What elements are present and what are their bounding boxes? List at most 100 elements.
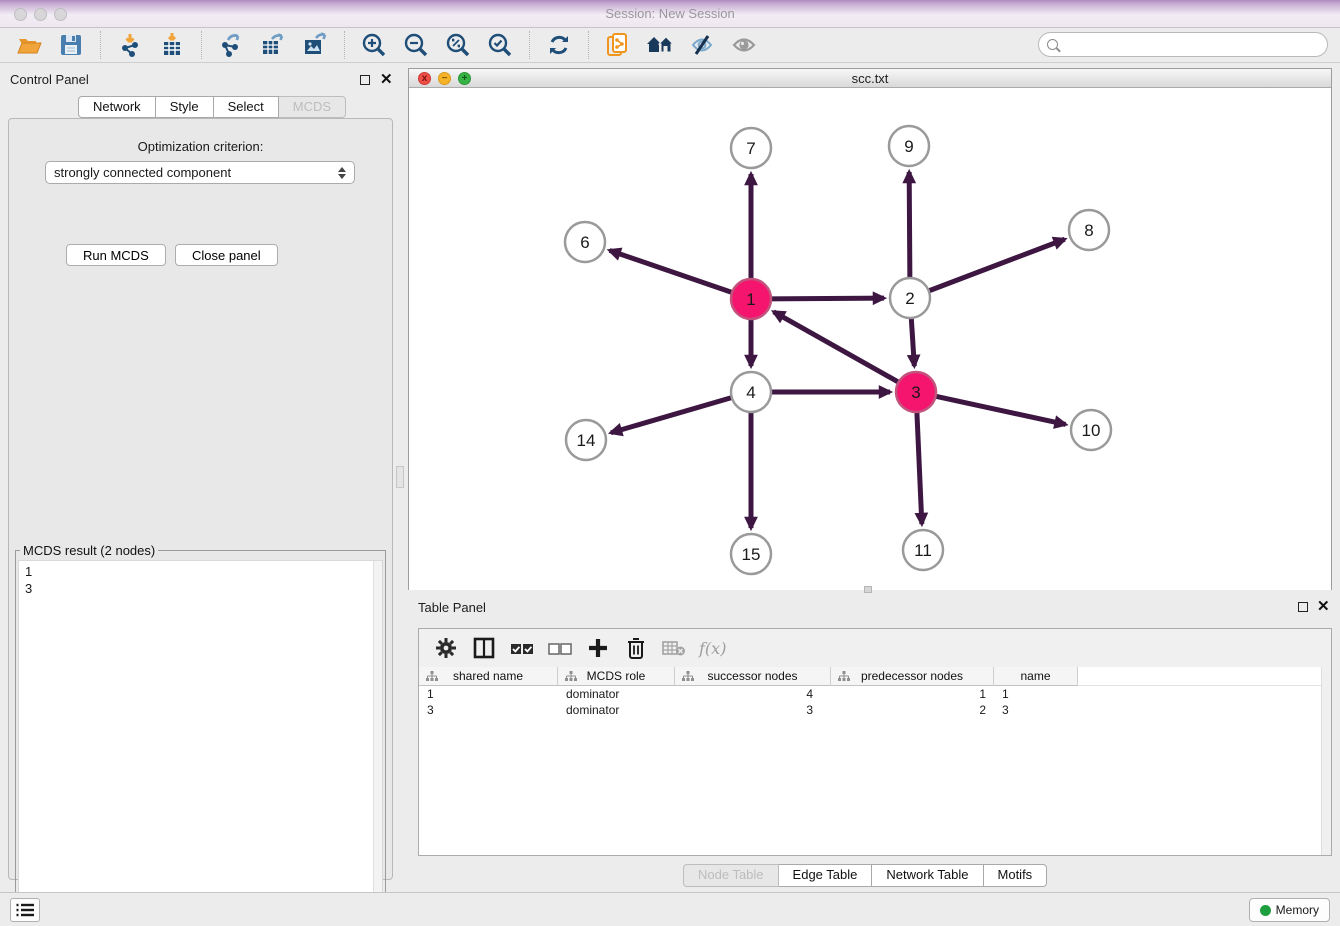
graph-edge-1-2[interactable] [769, 298, 884, 299]
tab-edge-table[interactable]: Edge Table [779, 864, 873, 887]
search-icon [1047, 39, 1058, 50]
function-builder-icon: f(x) [699, 639, 726, 658]
svg-text:3: 3 [911, 383, 920, 402]
table-panel-title: Table Panel [418, 600, 486, 615]
table-settings-gear-icon[interactable] [432, 634, 460, 662]
run-mcds-button[interactable]: Run MCDS [66, 244, 166, 266]
svg-text:15: 15 [742, 545, 761, 564]
graph-node-6[interactable]: 6 [565, 222, 605, 262]
column-header-shared-name[interactable]: shared name [419, 667, 558, 686]
svg-text:2: 2 [905, 289, 914, 308]
mcds-result-legend: MCDS result (2 nodes) [20, 543, 158, 558]
clone-network-icon[interactable] [603, 30, 633, 60]
zoom-out-icon[interactable] [401, 30, 431, 60]
network-canvas[interactable]: 1 2 3 4 6 7 8 9 10 11 14 15 [409, 89, 1331, 590]
graph-node-1[interactable]: 1 [731, 279, 771, 319]
graph-edge-3-11[interactable] [917, 410, 922, 524]
select-all-icon[interactable] [508, 634, 536, 662]
tab-network-table[interactable]: Network Table [872, 864, 983, 887]
tab-mcds[interactable]: MCDS [279, 96, 346, 118]
column-header-name[interactable]: name [994, 667, 1078, 686]
delete-table-icon [660, 634, 688, 662]
network-window-titlebar[interactable]: x − + scc.txt [409, 69, 1331, 88]
hide-graphics-icon[interactable] [687, 30, 717, 60]
close-panel-button[interactable]: Close panel [175, 244, 278, 266]
graph-node-10[interactable]: 10 [1071, 410, 1111, 450]
export-network-icon[interactable] [216, 30, 246, 60]
save-session-icon[interactable] [56, 30, 86, 60]
toolbar-separator [529, 31, 530, 59]
toolbar-separator [100, 31, 101, 59]
import-table-icon[interactable] [157, 30, 187, 60]
search-input[interactable] [1064, 38, 1327, 52]
table-tabs: Node Table Edge Table Network Table Moti… [683, 864, 1047, 887]
result-scrollbar[interactable] [373, 561, 382, 921]
memory-status-icon [1260, 905, 1271, 916]
graph-edge-1-6[interactable] [610, 250, 734, 293]
toolbar-separator [201, 31, 202, 59]
panel-divider-handle[interactable] [396, 466, 404, 488]
table-toolbar: f(x) [419, 629, 1331, 667]
table-row[interactable]: 1 dominator 4 1 1 [419, 686, 1321, 702]
svg-text:6: 6 [580, 233, 589, 252]
task-history-button[interactable] [10, 898, 40, 922]
network-title: scc.txt [409, 71, 1331, 86]
column-header-predecessor-nodes[interactable]: predecessor nodes [831, 667, 994, 686]
view-resize-handle[interactable] [864, 586, 872, 593]
graph-node-3[interactable]: 3 [896, 372, 936, 412]
svg-text:4: 4 [746, 383, 755, 402]
graph-node-4[interactable]: 4 [731, 372, 771, 412]
graph-edge-2-8[interactable] [927, 239, 1065, 291]
main-toolbar [0, 28, 1340, 63]
deselect-all-icon[interactable] [546, 634, 574, 662]
criterion-dropdown[interactable]: strongly connected component [45, 161, 355, 184]
column-header-mcds-role[interactable]: MCDS role [558, 667, 675, 686]
zoom-in-icon[interactable] [359, 30, 389, 60]
tab-style[interactable]: Style [156, 96, 214, 118]
mcds-result-area[interactable]: 1 3 [18, 560, 383, 922]
graph-node-14[interactable]: 14 [566, 420, 606, 460]
export-table-icon[interactable] [258, 30, 288, 60]
tab-select[interactable]: Select [214, 96, 279, 118]
tab-node-table[interactable]: Node Table [683, 864, 779, 887]
tab-motifs[interactable]: Motifs [984, 864, 1048, 887]
search-box[interactable] [1038, 32, 1328, 57]
show-column-panel-icon[interactable] [470, 634, 498, 662]
create-column-icon[interactable] [584, 634, 612, 662]
graph-edge-4-14[interactable] [611, 397, 734, 433]
graph-node-15[interactable]: 15 [731, 534, 771, 574]
open-session-icon[interactable] [14, 30, 44, 60]
float-table-panel-icon[interactable] [1298, 602, 1308, 612]
memory-button[interactable]: Memory [1249, 898, 1330, 922]
export-image-icon[interactable] [300, 30, 330, 60]
graph-node-2[interactable]: 2 [890, 278, 930, 318]
table-body[interactable]: 1 dominator 4 1 1 3 dominator 3 2 3 [419, 686, 1321, 853]
status-bar: Memory [0, 892, 1340, 926]
graph-node-11[interactable]: 11 [903, 530, 943, 570]
table-scrollbar[interactable] [1321, 667, 1331, 855]
refresh-icon[interactable] [544, 30, 574, 60]
close-panel-icon[interactable]: ✕ [380, 70, 393, 88]
delete-column-trash-icon[interactable] [622, 634, 650, 662]
network-view-window: x − + scc.txt 1 2 3 4 6 7 8 9 10 11 14 15 [408, 68, 1332, 590]
close-table-panel-icon[interactable]: ✕ [1317, 597, 1330, 615]
import-network-icon[interactable] [115, 30, 145, 60]
graph-node-9[interactable]: 9 [889, 126, 929, 166]
home-icon[interactable] [645, 30, 675, 60]
dropdown-stepper-icon [338, 167, 346, 179]
graph-edge-2-3[interactable] [911, 316, 914, 366]
graph-node-7[interactable]: 7 [731, 128, 771, 168]
zoom-selected-icon[interactable] [485, 30, 515, 60]
float-panel-icon[interactable] [360, 75, 370, 85]
graph-node-8[interactable]: 8 [1069, 210, 1109, 250]
tab-network[interactable]: Network [78, 96, 156, 118]
zoom-fit-icon[interactable] [443, 30, 473, 60]
column-header-successor-nodes[interactable]: successor nodes [675, 667, 831, 686]
toolbar-separator [344, 31, 345, 59]
table-row[interactable]: 3 dominator 3 2 3 [419, 702, 1321, 718]
graph-edge-3-1[interactable] [774, 312, 901, 383]
graph-edge-2-9[interactable] [909, 172, 910, 280]
graph-edge-3-10[interactable] [934, 396, 1066, 425]
network-graph[interactable]: 1 2 3 4 6 7 8 9 10 11 14 15 [409, 89, 1331, 590]
show-graphics-icon[interactable] [729, 30, 759, 60]
